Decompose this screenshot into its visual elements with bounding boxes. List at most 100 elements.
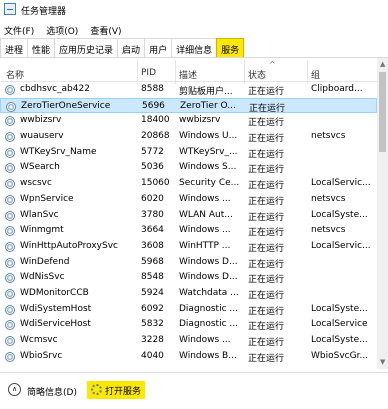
table-row[interactable]: wwbizsrv 18400 wwbizsrv 正在运行 <box>0 113 377 129</box>
menu-options[interactable]: 选项(O) <box>42 20 82 38</box>
service-status: 正在运行 <box>248 212 285 223</box>
table-row[interactable]: WdNisSvc 8548 Windows D... 正在运行 <box>0 270 377 286</box>
service-description: Windows B... <box>179 350 237 361</box>
service-name: cbdhsvc_ab422 <box>20 84 90 94</box>
service-name: wscsvc <box>20 178 52 189</box>
column-header-name[interactable]: 名称 <box>6 68 24 81</box>
service-icon <box>5 116 15 127</box>
table-row[interactable]: WinHttpAutoProxySvc 3608 WinHTTP ... 正在运行 Lo… <box>0 239 377 255</box>
tab-performance[interactable]: 性能 <box>27 38 56 57</box>
service-status: 正在运行 <box>248 118 285 129</box>
menu-view[interactable]: 查看(V) <box>86 20 125 38</box>
service-description: Windows D... <box>179 272 238 283</box>
table-row[interactable]: cbdhsvc_ab422 8588 剪贴板用户... 正在运行 Clipboard..… <box>0 82 377 98</box>
tab-users[interactable]: 用户 <box>144 38 173 57</box>
table-row[interactable]: Winmgmt 3664 Windows ... 正在运行 netsvcs <box>0 223 377 239</box>
service-status: 正在运行 <box>248 228 285 239</box>
service-group: LocalServic... <box>311 178 371 189</box>
window-title: 任务管理器 <box>21 7 67 17</box>
service-icon <box>5 241 15 252</box>
fewer-details-link[interactable]: 简略信息(D) <box>27 385 77 398</box>
scrollbar-thumb[interactable] <box>379 72 386 152</box>
table-row[interactable]: WlanSvc 3780 WLAN Aut... 正在运行 LocalSyste... <box>0 208 377 224</box>
service-pid: 8588 <box>141 84 164 94</box>
service-pid: 6020 <box>141 193 164 204</box>
menu-file[interactable]: 文件(F) <box>0 20 38 38</box>
service-name: WDMonitorCCB <box>20 287 89 298</box>
column-header-pid[interactable]: PID <box>141 68 156 78</box>
service-name: ZeroTierOneService <box>21 100 111 111</box>
service-pid: 3608 <box>141 240 164 251</box>
table-row[interactable]: wuauserv 20868 Windows U... 正在运行 netsvcs <box>0 129 377 145</box>
service-pid: 5832 <box>141 319 164 330</box>
open-services-link[interactable]: 打开服务 <box>87 381 146 399</box>
service-icon <box>6 101 16 112</box>
service-status: 正在运行 <box>248 353 285 364</box>
service-group: LocalService <box>311 319 368 330</box>
column-divider[interactable] <box>244 60 245 84</box>
service-icon <box>5 288 15 299</box>
table-row[interactable]: Wcmsvc 3228 Windows ... 正在运行 LocalSyste... <box>0 333 377 349</box>
column-header-description[interactable]: 描述 <box>179 68 197 81</box>
service-name: WbioSrvc <box>20 350 63 361</box>
vertical-scrollbar[interactable]: ▲ ▼ <box>377 58 388 369</box>
table-row[interactable]: WdiSystemHost 6092 Diagnostic ... 正在运行 Local… <box>0 302 377 318</box>
service-pid: 3664 <box>141 225 164 236</box>
service-status: 正在运行 <box>248 259 285 270</box>
table-body: cbdhsvc_ab422 8588 剪贴板用户... 正在运行 Clipboard..… <box>0 82 377 364</box>
table-row[interactable]: WSearch 5036 Windows S... 正在运行 <box>0 160 377 176</box>
tab-processes[interactable]: 进程 <box>0 38 29 57</box>
service-description: Windows ... <box>179 193 231 204</box>
service-pid: 18400 <box>141 115 170 126</box>
service-name: WpnService <box>20 193 74 204</box>
column-divider[interactable] <box>307 60 308 84</box>
service-name: WinHttpAutoProxySvc <box>20 240 118 251</box>
service-name: wwbizsrv <box>20 115 62 126</box>
service-pid: 3228 <box>141 335 164 345</box>
service-pid: 5696 <box>142 100 165 111</box>
table-row[interactable]: WdiServiceHost 5832 Diagnostic ... 正在运行 Loca… <box>0 317 377 333</box>
table-row[interactable]: WDMonitorCCB 5924 Watchdata ... 正在运行 <box>0 286 377 302</box>
service-name: WinDefend <box>20 256 70 267</box>
service-status: 正在运行 <box>248 306 285 317</box>
table-row[interactable]: WinDefend 5968 Windows D... 正在运行 <box>0 255 377 271</box>
tab-details[interactable]: 详细信息 <box>171 38 218 57</box>
tab-startup[interactable]: 启动 <box>117 38 146 57</box>
table-row[interactable]: ZeroTierOneService 5696 ZeroTier O... 正在运行 <box>0 97 377 114</box>
service-description: wwbizsrv <box>179 115 221 126</box>
table-row[interactable]: WTKeySrv_Name 5772 WTKeySrv_... 正在运行 <box>0 145 377 161</box>
table-row[interactable]: WpnService 6020 Windows ... 正在运行 netsvcs <box>0 192 377 208</box>
service-name: WdiServiceHost <box>20 319 91 330</box>
sort-ascending-icon: ^ <box>269 60 276 69</box>
service-status: 正在运行 <box>248 87 285 97</box>
service-icon <box>5 210 15 221</box>
scroll-down-arrow-icon[interactable]: ▼ <box>380 358 385 366</box>
service-icon <box>5 163 15 174</box>
service-name: WdiSystemHost <box>20 303 92 314</box>
service-description: Windows ... <box>179 225 231 236</box>
column-header-status[interactable]: 状态 <box>248 68 266 81</box>
column-divider[interactable] <box>175 60 176 84</box>
service-status: 正在运行 <box>248 290 285 301</box>
table-row[interactable]: WbioSrvc 4040 Windows B... 正在运行 WbioSvcGr... <box>0 349 377 365</box>
service-status: 正在运行 <box>248 196 285 207</box>
tab-app-history[interactable]: 应用历史记录 <box>54 38 119 57</box>
menu-bar: 文件(F) 选项(O) 查看(V) <box>0 20 388 38</box>
service-group: LocalSyste... <box>311 303 368 314</box>
column-divider[interactable] <box>137 60 138 84</box>
chevron-up-icon[interactable]: ∧ <box>8 383 21 396</box>
tab-bar: 进程 性能 应用历史记录 启动 用户 详细信息 服务 <box>0 38 388 58</box>
service-icon <box>5 179 15 190</box>
table-row[interactable]: wscsvc 15060 Security Ce... 正在运行 LocalServic… <box>0 176 377 192</box>
service-icon <box>5 85 15 95</box>
service-icon <box>5 320 15 331</box>
service-description: ZeroTier O... <box>180 100 236 111</box>
service-name: WTKeySrv_Name <box>20 146 97 157</box>
service-description: Windows S... <box>179 162 237 173</box>
service-pid: 15060 <box>141 178 170 189</box>
column-header-group[interactable]: 组 <box>311 68 320 81</box>
service-status: 正在运行 <box>248 275 285 286</box>
service-pid: 6092 <box>141 303 164 314</box>
scroll-up-arrow-icon[interactable]: ▲ <box>380 60 385 68</box>
tab-services[interactable]: 服务 <box>216 38 245 57</box>
